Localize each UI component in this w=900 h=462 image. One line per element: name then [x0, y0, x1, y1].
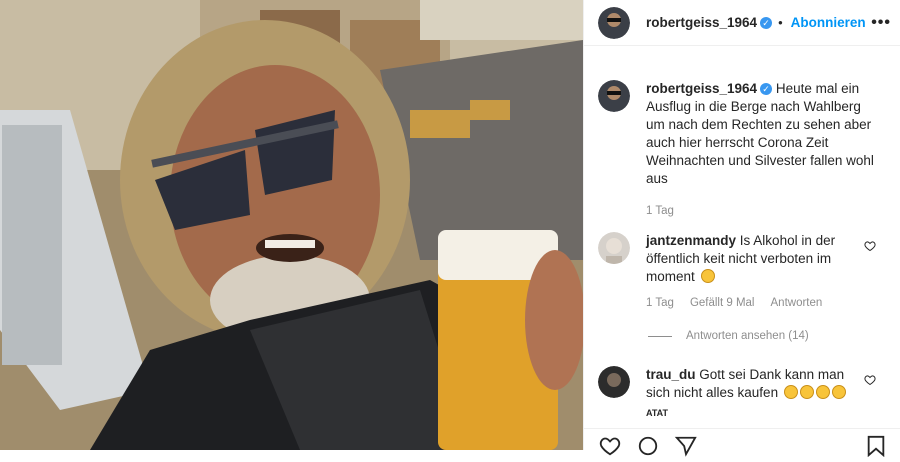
comment-body: jantzenmandy Is Alkohol in der öffentlic…	[646, 232, 864, 312]
comment: jantzenmandy Is Alkohol in der öffentlic…	[598, 232, 888, 312]
follow-button[interactable]: Abonnieren	[791, 15, 866, 30]
comment-likes[interactable]: Gefällt 9 Mal	[690, 294, 755, 312]
verified-badge-icon: ✓	[760, 83, 773, 96]
instagram-post: robertgeiss_1964 ✓ • Abonnieren ••• robe…	[0, 0, 900, 458]
heart-icon[interactable]	[864, 374, 876, 389]
share-icon[interactable]	[674, 435, 698, 462]
comment-username[interactable]: jantzenmandy	[646, 233, 736, 248]
grin-emoji-icon	[799, 385, 814, 399]
avatar[interactable]	[598, 6, 630, 39]
grin-emoji-icon	[831, 385, 846, 399]
post-caption: robertgeiss_1964 ✓ Heute mal ein Ausflug …	[598, 80, 888, 220]
bookmark-icon[interactable]	[866, 435, 886, 462]
photo-illustration	[0, 0, 583, 450]
comment-username[interactable]: trau_du	[646, 367, 696, 382]
comment-body: trau_du Gott sei Dank kann man sich nich…	[646, 366, 864, 422]
post-photo[interactable]	[0, 0, 583, 450]
grin-emoji-icon	[815, 385, 830, 399]
more-options-icon[interactable]: •••	[871, 14, 891, 32]
avatar[interactable]	[598, 366, 630, 398]
post-header: robertgeiss_1964 ✓ • Abonnieren •••	[584, 0, 900, 46]
replies-divider	[648, 335, 672, 337]
caption-time: 1 Tag	[646, 205, 674, 217]
caption-text: Heute mal ein Ausflug in die Berge nach …	[646, 81, 874, 186]
view-replies-button[interactable]: Antworten ansehen (14)	[648, 330, 809, 342]
caption-username[interactable]: robertgeiss_1964	[646, 81, 757, 96]
reply-button[interactable]: Antworten	[771, 294, 823, 312]
view-replies-label[interactable]: Antworten ansehen (14)	[686, 330, 809, 342]
caption-body: robertgeiss_1964 ✓ Heute mal ein Ausflug …	[646, 80, 876, 220]
avatar[interactable]	[598, 80, 630, 112]
comment-time[interactable]: 1 Tag	[646, 294, 674, 312]
heart-icon[interactable]	[598, 435, 622, 462]
post-sidebar: robertgeiss_1964 ✓ • Abonnieren ••• robe…	[583, 0, 900, 458]
separator-dot: •	[778, 15, 783, 30]
grimace-emoji-icon	[700, 269, 715, 283]
comment: trau_du Gott sei Dank kann man sich nich…	[598, 366, 888, 422]
avatar[interactable]	[598, 232, 630, 264]
post-username[interactable]: robertgeiss_1964	[646, 15, 757, 30]
comment-extra: ATAT	[646, 408, 668, 418]
post-action-bar	[584, 428, 900, 458]
grin-emoji-icon	[783, 385, 798, 399]
verified-badge-icon: ✓	[760, 16, 773, 29]
comment-icon[interactable]	[636, 435, 660, 462]
comment-actions: 1 Tag Gefällt 9 Mal Antworten	[646, 294, 864, 312]
heart-icon[interactable]	[864, 240, 876, 255]
